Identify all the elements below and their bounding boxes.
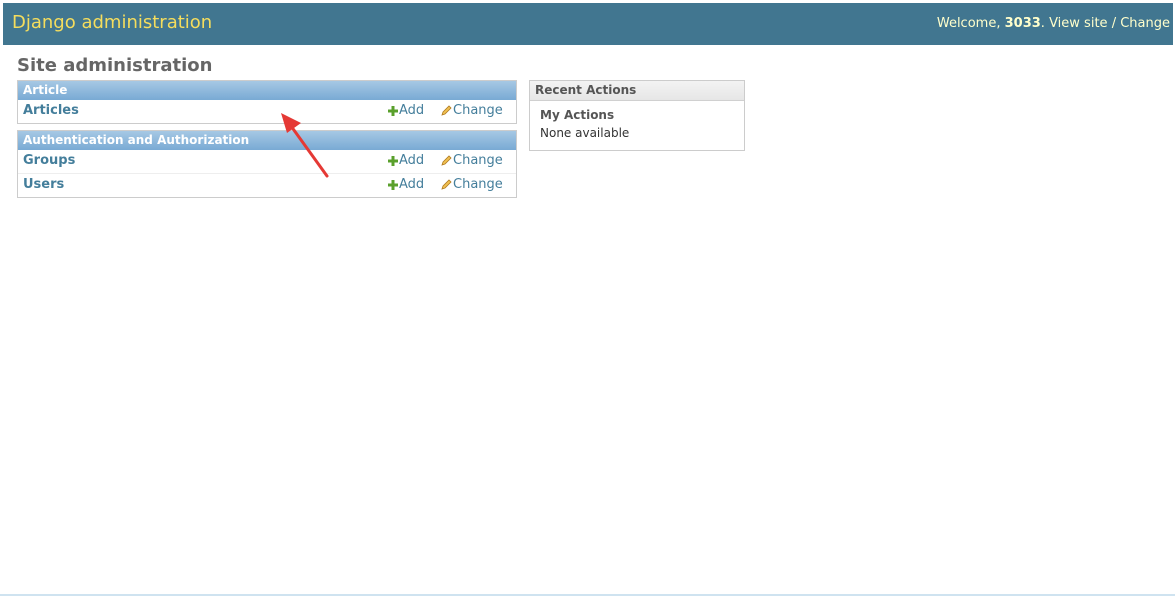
my-actions-heading: My Actions	[540, 108, 615, 122]
add-groups-button[interactable]: Add	[388, 153, 424, 168]
model-row-users: Users Add Change	[18, 174, 516, 197]
pencil-icon	[441, 105, 452, 116]
welcome-text: Welcome,	[936, 16, 1001, 31]
change-password-link[interactable]: Change	[1120, 16, 1170, 31]
add-users-button[interactable]: Add	[388, 177, 424, 192]
app-caption[interactable]: Article	[18, 81, 516, 100]
change-users-button[interactable]: Change	[441, 177, 503, 192]
plus-icon	[388, 155, 398, 166]
separator: /	[1111, 16, 1117, 31]
plus-icon	[388, 105, 398, 116]
no-actions-text: None available	[540, 126, 630, 140]
annotation-arrow-icon	[281, 113, 329, 178]
username: 3033	[1004, 16, 1041, 31]
app-caption[interactable]: Authentication and Authorization	[18, 131, 516, 150]
model-row-articles: Articles Add Change	[18, 100, 516, 123]
app-module-article: Article Articles Add Change	[17, 80, 517, 124]
pencil-icon	[441, 179, 452, 190]
recent-actions-module: Recent Actions My Actions None available	[529, 80, 745, 151]
pencil-icon	[441, 155, 452, 166]
page-title: Site administration	[17, 55, 213, 76]
add-label: Add	[399, 153, 425, 168]
add-label: Add	[399, 177, 425, 192]
add-articles-button[interactable]: Add	[388, 103, 424, 118]
user-tools: Welcome, 3033. View site / Change	[936, 16, 1170, 31]
view-site-link[interactable]: View site	[1049, 16, 1107, 31]
site-name[interactable]: Django administration	[12, 12, 212, 33]
model-link-articles[interactable]: Articles	[23, 103, 79, 118]
change-groups-button[interactable]: Change	[441, 153, 503, 168]
footer-divider	[0, 594, 1175, 596]
change-label: Change	[453, 177, 503, 192]
change-label: Change	[453, 103, 503, 118]
model-row-groups: Groups Add Change	[18, 150, 516, 174]
change-label: Change	[453, 153, 503, 168]
recent-actions-caption: Recent Actions	[530, 81, 744, 101]
header: Django administration Welcome, 3033. Vie…	[3, 3, 1173, 45]
add-label: Add	[399, 103, 425, 118]
app-module-auth: Authentication and Authorization Groups …	[17, 130, 517, 198]
model-link-groups[interactable]: Groups	[23, 153, 75, 168]
model-link-users[interactable]: Users	[23, 177, 64, 192]
change-articles-button[interactable]: Change	[441, 103, 503, 118]
plus-icon	[388, 179, 398, 190]
